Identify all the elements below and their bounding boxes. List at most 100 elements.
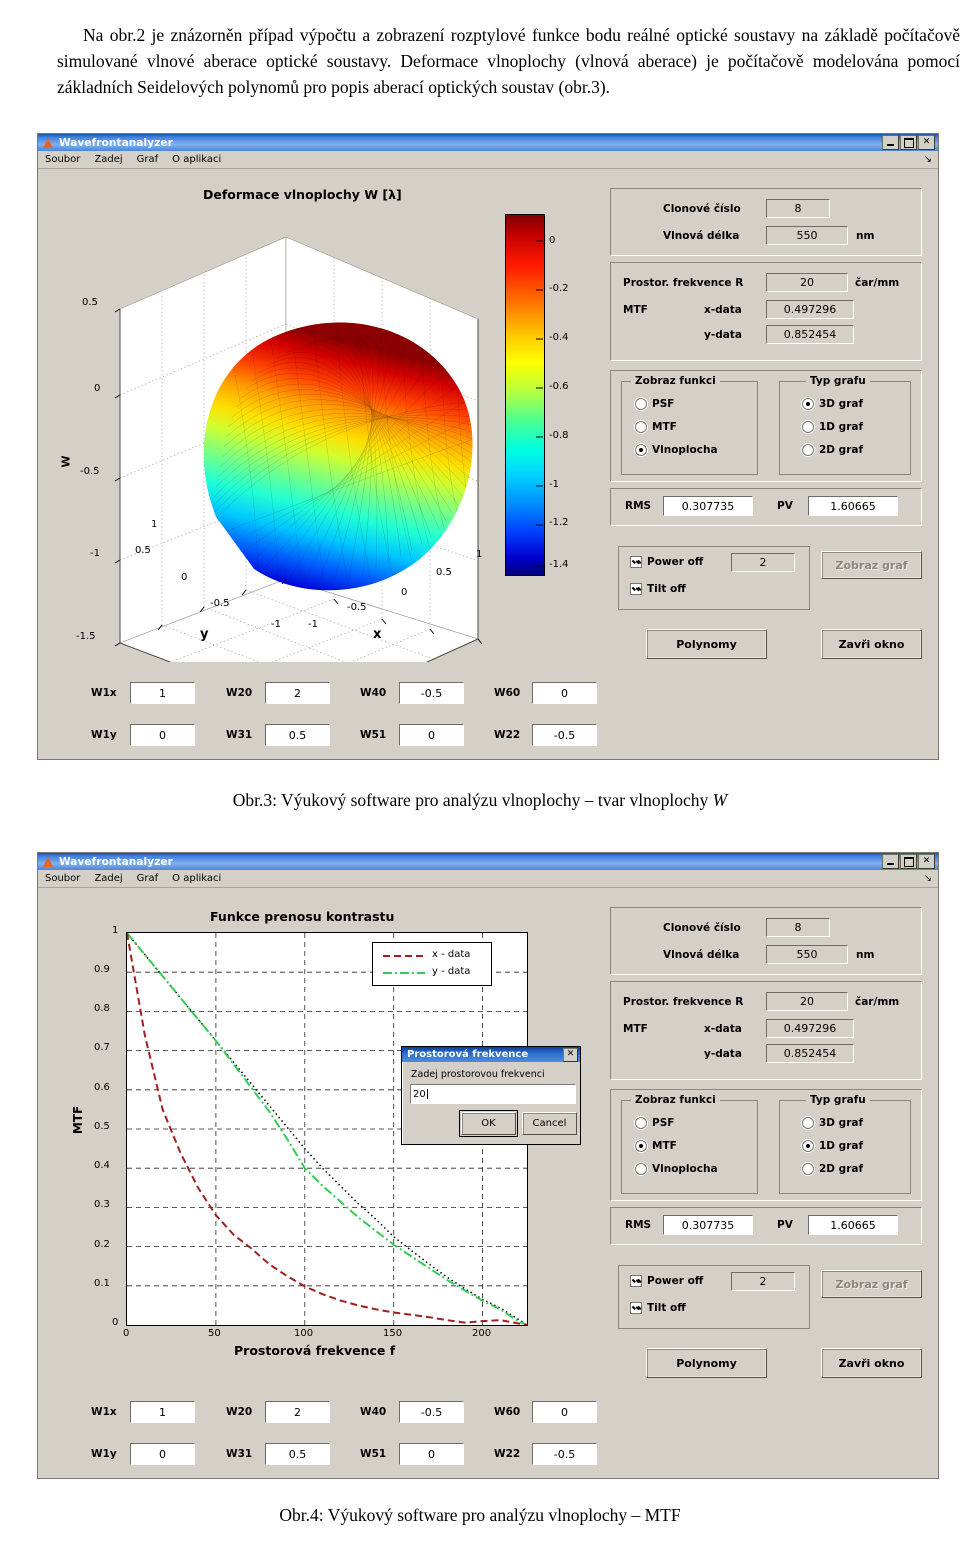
close-window-button[interactable]: Zavři okno [821,629,922,659]
mtf-values-panel: Prostor. frekvence R 20 čar/mm MTF x-dat… [610,981,922,1080]
dialog-titlebar[interactable]: Prostorová frekvence ✕ [402,1047,580,1062]
menu-item-soubor[interactable]: Soubor [45,154,80,165]
menubar[interactable]: Soubor Zadej Graf O aplikaci ↘ [38,870,938,888]
window-titlebar[interactable]: Wavefrontanalyzer ✕ [38,853,938,870]
coef-field-w1x[interactable]: 1 [130,682,195,704]
radio-3d-graf[interactable]: 3D graf [802,1117,863,1129]
wavefrontanalyzer-window-2[interactable]: Wavefrontanalyzer ✕ Soubor Zadej Graf O … [37,852,939,1479]
radio-1d-graf[interactable]: 1D graf [802,1140,863,1152]
minimize-button[interactable] [882,854,899,869]
checkbox-power-off[interactable]: Power off [630,556,703,568]
mtf-xtick-100: 100 [294,1328,314,1339]
wavelength-field[interactable]: 550 [766,945,848,964]
coef-field-w31[interactable]: 0.5 [265,1443,330,1465]
spatial-frequency-dialog[interactable]: Prostorová frekvence ✕ Zadej prostorovou… [401,1046,581,1145]
colorbar-tick--0.2: -0.2 [549,283,569,294]
menu-overflow-icon[interactable]: ↘ [924,154,938,165]
show-graph-button[interactable]: Zobraz graf [821,1270,922,1298]
mtf-legend: x - data y - data [372,942,492,986]
z-tick-0: 0 [94,383,101,394]
radio-label: MTF [652,1140,677,1152]
menu-item-graf[interactable]: Graf [137,154,159,165]
pv-label: PV [777,1219,793,1231]
dialog-ok-button[interactable]: OK [459,1110,518,1137]
close-button[interactable]: ✕ [918,854,935,869]
mtf-ytick-0.6: 0.6 [94,1082,110,1093]
menu-item-soubor[interactable]: Soubor [45,873,80,884]
mtf-ytick-0.8: 0.8 [94,1003,110,1014]
coef-field-w1y[interactable]: 0 [130,1443,195,1465]
coef-field-w51[interactable]: 0 [399,724,464,746]
radio-label: 3D graf [819,1117,864,1129]
checkbox-box [630,1275,642,1287]
window-controls[interactable]: ✕ [882,854,936,869]
coef-field-w51[interactable]: 0 [399,1443,464,1465]
frequency-field[interactable]: 20 [766,992,848,1011]
statistics-panel: RMS 0.307735 PV 1.60665 [610,1207,922,1245]
radio-1d-graf[interactable]: 1D graf [802,421,863,433]
show-graph-button[interactable]: Zobraz graf [821,551,922,579]
wavelength-label: Vlnová délka [663,949,740,961]
radio-mtf[interactable]: MTF [635,421,677,433]
checkbox-tilt-off[interactable]: Tilt off [630,1302,686,1314]
coef-field-w60[interactable]: 0 [532,1401,597,1423]
body-paragraph: Na obr.2 je znázorněn případ výpočtu a z… [57,24,960,97]
polynomials-button[interactable]: Polynomy [646,629,767,659]
rms-label: RMS [625,1219,652,1231]
window-titlebar[interactable]: Wavefrontanalyzer ✕ [38,134,938,151]
minimize-button[interactable] [882,135,899,150]
coef-field-w40[interactable]: -0.5 [399,682,464,704]
aperture-field[interactable]: 8 [766,918,830,937]
menu-item-o-aplikaci[interactable]: O aplikaci [172,873,221,884]
dialog-cancel-button[interactable]: Cancel [522,1112,577,1135]
radio-dot [802,421,814,433]
power-value-field[interactable]: 2 [731,1272,795,1291]
menubar[interactable]: Soubor Zadej Graf O aplikaci ↘ [38,151,938,169]
checkbox-tilt-off[interactable]: Tilt off [630,583,686,595]
wavelength-field[interactable]: 550 [766,226,848,245]
radio-vlnoplocha[interactable]: Vlnoplocha [635,444,718,456]
radio-vlnoplocha[interactable]: Vlnoplocha [635,1163,718,1175]
coef-field-w1x[interactable]: 1 [130,1401,195,1423]
dialog-close-icon[interactable]: ✕ [563,1047,578,1062]
radio-2d-graf[interactable]: 2D graf [802,444,863,456]
menu-item-zadej[interactable]: Zadej [94,154,122,165]
menu-item-graf[interactable]: Graf [137,873,159,884]
coef-field-w22[interactable]: -0.5 [532,1443,597,1465]
close-button[interactable]: ✕ [918,135,935,150]
coef-field-w1y[interactable]: 0 [130,724,195,746]
statistics-panel: RMS 0.307735 PV 1.60665 [610,488,922,526]
maximize-button[interactable] [900,135,917,150]
radio-dot [635,398,647,410]
menu-overflow-icon[interactable]: ↘ [924,873,938,884]
coef-field-w31[interactable]: 0.5 [265,724,330,746]
polynomials-button[interactable]: Polynomy [646,1348,767,1378]
coef-field-w60[interactable]: 0 [532,682,597,704]
radio-psf[interactable]: PSF [635,1117,674,1129]
radio-2d-graf[interactable]: 2D graf [802,1163,863,1175]
colorbar-tick--1: -1 [549,479,559,490]
menu-item-zadej[interactable]: Zadej [94,873,122,884]
frequency-input[interactable]: 20 [410,1084,576,1104]
maximize-button[interactable] [900,854,917,869]
pv-field: 1.60665 [808,496,898,516]
frequency-field[interactable]: 20 [766,273,848,292]
aperture-field[interactable]: 8 [766,199,830,218]
coef-field-w40[interactable]: -0.5 [399,1401,464,1423]
power-value-field[interactable]: 2 [731,553,795,572]
radio-psf[interactable]: PSF [635,398,674,410]
close-window-button[interactable]: Zavři okno [821,1348,922,1378]
graph-type-group: Typ grafu 3D graf 1D graf 2D graf [779,1094,911,1194]
radio-mtf[interactable]: MTF [635,1140,677,1152]
graph-type-caption: Typ grafu [806,1094,870,1106]
window-controls[interactable]: ✕ [882,135,936,150]
y-axis-label: y [200,627,209,642]
coef-field-w20[interactable]: 2 [265,682,330,704]
coef-field-w22[interactable]: -0.5 [532,724,597,746]
checkbox-power-off[interactable]: Power off [630,1275,703,1287]
coef-field-w20[interactable]: 2 [265,1401,330,1423]
menu-item-o-aplikaci[interactable]: O aplikaci [172,154,221,165]
wavefrontanalyzer-window-1[interactable]: Wavefrontanalyzer ✕ Soubor Zadej Graf O … [37,133,939,760]
window-title: Wavefrontanalyzer [59,136,173,149]
radio-3d-graf[interactable]: 3D graf [802,398,863,410]
